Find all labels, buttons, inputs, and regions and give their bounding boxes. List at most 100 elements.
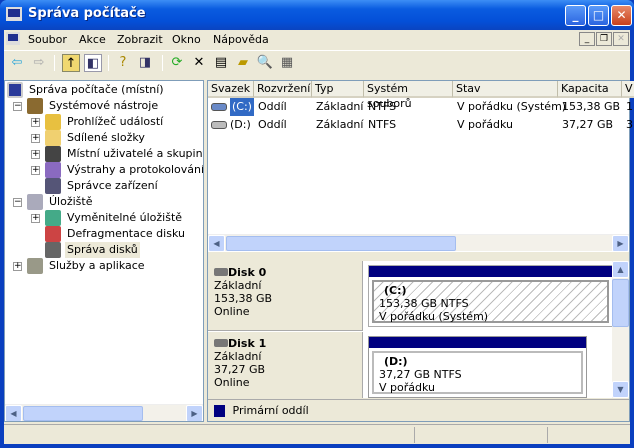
table-row[interactable]: (C:) Oddíl Základní NTFS V pořádku (Systém) 1… — [208, 98, 633, 116]
menu-akce[interactable]: Akce — [79, 33, 106, 46]
tree-item-label: Defragmentace disku — [67, 227, 185, 240]
help-icon[interactable]: ? — [114, 54, 132, 72]
expander-plus-icon[interactable]: + — [31, 150, 40, 159]
window-title: Správa počítače — [28, 6, 146, 21]
table-cell: NTFS — [368, 100, 397, 113]
partition-block[interactable]: (D:) 37,27 GB NTFS V pořádku — [368, 336, 587, 398]
table-cell: 1 — [626, 100, 633, 113]
table-cell: 153,38 GB — [562, 100, 621, 113]
table-cell: Oddíl — [258, 118, 287, 131]
expander-plus-icon[interactable]: + — [31, 118, 40, 127]
expander-minus-icon[interactable]: − — [13, 102, 22, 111]
menu-okno[interactable]: Okno — [172, 33, 201, 46]
table-cell: 37,27 GB — [562, 118, 614, 131]
expander-plus-icon[interactable]: + — [31, 166, 40, 175]
column-header[interactable]: Kapacita — [558, 81, 622, 98]
table-cell: 3 — [626, 118, 633, 131]
disk-graphical-view: Disk 0 Základní 153,38 GB Online (C:) 153,… — [208, 261, 629, 398]
tree-node-icon — [45, 178, 61, 194]
delete-icon[interactable]: ✕ — [190, 54, 208, 72]
menu-zobrazit[interactable]: Zobrazit — [117, 33, 163, 46]
tree-item[interactable]: + Prohlížeč událostí — [5, 114, 203, 130]
column-header[interactable]: Rozvržení — [254, 81, 312, 98]
disk-info[interactable]: Disk 0 Základní 153,38 GB Online — [208, 261, 363, 331]
menu-soubor[interactable]: Soubor — [28, 33, 67, 46]
volume-list: Svazek Rozvržení Typ Systém souborů Stav Kapa… — [208, 81, 634, 252]
tree-item-label: Vyměnitelné úložiště — [67, 211, 183, 224]
tree-item-label: Systémové nástroje — [49, 99, 159, 112]
legend-label: Primární oddíl — [232, 404, 309, 417]
disk-info[interactable]: Disk 1 Základní 37,27 GB Online — [208, 332, 363, 398]
table-cell: Základní — [316, 118, 364, 131]
column-header[interactable]: Stav — [453, 81, 558, 98]
table-cell: Oddíl — [258, 100, 287, 113]
tree-horizontal-scrollbar[interactable]: ◀ ▶ — [5, 404, 203, 421]
tree-root[interactable]: Správa počítače (místní) — [7, 82, 164, 98]
maximize-button[interactable]: □ — [588, 5, 609, 26]
search-icon[interactable]: 🔍 — [256, 54, 274, 72]
partition-block[interactable]: (C:) 153,38 GB NTFS V pořádku (Systém) — [368, 265, 613, 327]
properties-icon[interactable]: ▤ — [212, 54, 230, 72]
expander-plus-icon[interactable]: + — [31, 134, 40, 143]
tree-item[interactable]: + Vyměnitelné úložiště — [5, 210, 203, 226]
computer-icon — [6, 7, 22, 21]
tree-node-icon — [45, 242, 61, 258]
table-cell: Základní — [316, 100, 364, 113]
show-hide-tree-icon[interactable]: ◧ — [84, 54, 102, 72]
tree-item-label: Prohlížeč událostí — [67, 115, 164, 128]
column-header[interactable]: V — [622, 81, 634, 98]
table-row[interactable]: (D:) Oddíl Základní NTFS V pořádku 37,27 GB 3 — [208, 116, 633, 134]
tree-node-icon — [27, 258, 43, 274]
disk-management-pane: Svazek Rozvržení Typ Systém souborů Stav Kapa… — [207, 80, 634, 422]
tree-node-icon — [45, 130, 61, 146]
tree-item[interactable]: + Služby a aplikace — [5, 258, 203, 274]
settings-icon[interactable]: ▦ — [278, 54, 296, 72]
table-cell: V pořádku (Systém) — [457, 100, 567, 113]
drive-icon — [211, 121, 227, 129]
back-icon[interactable]: ⇦ — [8, 54, 26, 72]
close-button[interactable]: ✕ — [611, 5, 632, 26]
tree-node-icon — [45, 114, 61, 130]
tree-item[interactable]: Správce zařízení — [5, 178, 203, 194]
forward-icon[interactable]: ⇨ — [30, 54, 48, 72]
mdi-minimize-button[interactable]: _ — [579, 32, 595, 46]
disk-icon — [214, 268, 228, 276]
menu-bar: Soubor Akce Zobrazit Okno Nápověda _ ❐ ✕ — [4, 30, 630, 50]
tree-node-icon — [45, 146, 61, 162]
menu-napoveda[interactable]: Nápověda — [213, 33, 269, 46]
mdi-close-button[interactable]: ✕ — [613, 32, 629, 46]
expander-plus-icon[interactable]: + — [13, 262, 22, 271]
computer-icon — [6, 32, 20, 45]
column-header[interactable]: Systém souborů — [364, 81, 453, 110]
title-bar: Správa počítače _ □ ✕ — [0, 0, 634, 30]
partition-color-bar — [369, 337, 586, 348]
tree-item[interactable]: + Místní uživatelé a skupiny — [5, 146, 203, 162]
tree-item-label: Služby a aplikace — [49, 259, 145, 272]
tree-item[interactable]: − Systémové nástroje — [5, 98, 203, 114]
open-icon[interactable]: ▰ — [234, 54, 252, 72]
expander-plus-icon[interactable]: + — [31, 214, 40, 223]
column-header[interactable]: Typ — [312, 81, 364, 98]
tree-item[interactable]: − Úložiště — [5, 194, 203, 210]
tree-item-label: Správa disků — [65, 242, 140, 258]
graph-vertical-scrollbar[interactable]: ▲ ▼ — [612, 261, 629, 398]
tree-item[interactable]: Defragmentace disku — [5, 226, 203, 242]
legend: Primární oddíl — [208, 399, 629, 421]
tree-node-icon — [45, 210, 61, 226]
action-pane-icon[interactable]: ◨ — [136, 54, 154, 72]
expander-minus-icon[interactable]: − — [13, 198, 22, 207]
tree-item[interactable]: + Výstrahy a protokolování vý — [5, 162, 203, 178]
tree-node-icon — [45, 162, 61, 178]
column-header[interactable]: Svazek — [208, 81, 254, 98]
tree-item[interactable]: Správa disků — [5, 242, 203, 258]
tree-item[interactable]: + Sdílené složky — [5, 130, 203, 146]
tree-node-icon — [27, 98, 43, 114]
refresh-icon[interactable]: ⟳ — [168, 54, 186, 72]
tree-item-label: Výstrahy a protokolování vý — [67, 163, 204, 176]
mdi-restore-button[interactable]: ❐ — [596, 32, 612, 46]
up-folder-icon[interactable]: ↑ — [62, 54, 80, 72]
console-tree: Správa počítače (místní) − Systémové nást… — [4, 80, 204, 422]
minimize-button[interactable]: _ — [565, 5, 586, 26]
volume-list-horizontal-scrollbar[interactable]: ◀ ▶ — [208, 234, 629, 252]
table-cell: V pořádku — [457, 118, 513, 131]
